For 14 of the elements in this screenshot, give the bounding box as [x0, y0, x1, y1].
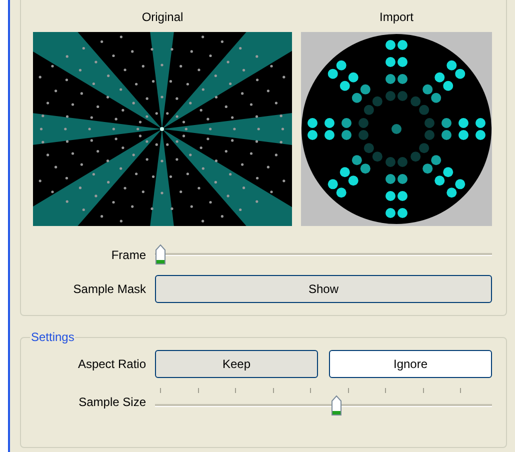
sample-size-slider[interactable] [155, 387, 492, 417]
frame-slider[interactable] [155, 244, 492, 266]
aspect-ratio-option[interactable]: Keep [155, 350, 318, 378]
frame-label: Frame [110, 248, 146, 262]
show-button[interactable]: Show [155, 275, 492, 303]
aspect-ratio-label: Aspect Ratio [76, 357, 146, 371]
slider-thumb[interactable] [331, 395, 342, 416]
sample-size-label: Sample Size [78, 395, 146, 409]
import-label: Import [379, 10, 414, 25]
sample-mask-label: Sample Mask [72, 282, 146, 296]
aspect-ratio-option[interactable]: Ignore [329, 350, 492, 378]
original-label: Original [142, 10, 184, 25]
slider-thumb[interactable] [155, 244, 166, 265]
settings-legend: Settings [30, 330, 76, 344]
